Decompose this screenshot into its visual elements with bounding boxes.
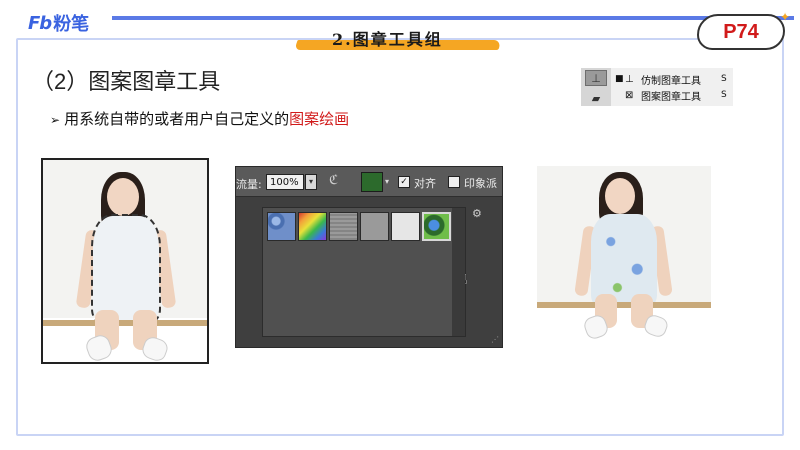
page-number-badge: P74 <box>697 14 785 50</box>
title-banner: 2.图章工具组 <box>294 26 502 50</box>
options-bar: 流量: 100% ▾ ℭ ▾ ✓ 对齐 印象派 <box>236 167 502 197</box>
pattern-swatch-gray-grid[interactable] <box>329 212 358 241</box>
result-photo <box>537 166 711 341</box>
flow-dropdown-icon[interactable]: ▾ <box>305 174 317 190</box>
patterned-dress <box>591 214 657 306</box>
clone-stamp-icon: ⊥ <box>625 73 634 85</box>
eraser-icon: ▰ <box>591 91 601 105</box>
flow-input[interactable]: 100% <box>266 174 304 190</box>
impressionist-checkbox[interactable] <box>448 176 460 188</box>
pattern-swatch-gray[interactable] <box>360 212 389 241</box>
clone-stamp-tool-button[interactable]: ⊥ <box>585 70 607 86</box>
stamp-tool-popup: ⊥ ▰ ■ ⊥ 仿制图章工具 S ⊠ 图案图章工具 S <box>581 68 733 106</box>
bullet-text: 用系统自带的或者用户自己定义的 <box>64 111 290 128</box>
aligned-checkbox[interactable]: ✓ <box>398 176 410 188</box>
photoshop-options-panel: 流量: 100% ▾ ℭ ▾ ✓ 对齐 印象派 ☝ ⚙ ⋰ <box>235 166 503 348</box>
picker-scrollbar[interactable] <box>452 208 465 336</box>
toolbar-column: ⊥ ▰ <box>581 68 611 106</box>
resize-grip-icon[interactable]: ⋰ <box>491 335 499 344</box>
flow-label: 流量: <box>236 178 262 191</box>
menu-item-clone-stamp[interactable]: ■ ⊥ 仿制图章工具 S <box>615 72 733 87</box>
menu-item-pattern-stamp[interactable]: ⊠ 图案图章工具 S <box>615 88 733 103</box>
pattern-swatch-rainbow[interactable] <box>298 212 327 241</box>
page-title: 2.图章工具组 <box>332 30 443 49</box>
shortcut-key: S <box>721 90 727 100</box>
eraser-tool-button[interactable]: ▰ <box>585 90 607 106</box>
active-dot-icon: ■ <box>615 74 624 84</box>
pattern-grid: ☝ <box>263 208 468 336</box>
pattern-swatch[interactable] <box>361 172 383 192</box>
menu-item-label: 仿制图章工具 <box>641 75 701 87</box>
bullet-arrow-icon: ➢ <box>50 113 61 127</box>
top-accent-bar <box>112 16 794 20</box>
bullet-point: ➢ 用系统自带的或者用户自己定义的图案绘画 <box>50 108 349 129</box>
impressionist-label: 印象派 <box>464 177 497 190</box>
brand-logo: Fb 粉笔 <box>28 10 89 36</box>
stamp-icon: ⊥ <box>591 71 601 85</box>
selection-marquee <box>91 214 161 322</box>
airbrush-icon[interactable]: ℭ <box>329 173 338 188</box>
pattern-swatch-white[interactable] <box>391 212 420 241</box>
menu-item-label: 图案图章工具 <box>641 91 701 103</box>
pattern-swatch-blue-bubbles[interactable] <box>267 212 296 241</box>
shortcut-key: S <box>721 74 727 84</box>
original-photo <box>41 158 209 364</box>
pattern-picker: ☝ <box>262 207 468 337</box>
logo-text: 粉笔 <box>53 14 90 35</box>
gear-icon[interactable]: ⚙ <box>472 207 482 220</box>
sparkle-icon: ✦ <box>780 10 791 24</box>
aligned-label: 对齐 <box>414 177 436 190</box>
pattern-stamp-icon: ⊠ <box>625 89 634 101</box>
bullet-highlight: 图案绘画 <box>289 111 350 128</box>
pattern-swatch-blue-flower[interactable] <box>422 212 451 241</box>
pattern-dropdown-icon[interactable]: ▾ <box>385 177 389 186</box>
logo-mark: Fb <box>28 12 52 34</box>
section-heading: （2）图案图章工具 <box>32 69 221 94</box>
